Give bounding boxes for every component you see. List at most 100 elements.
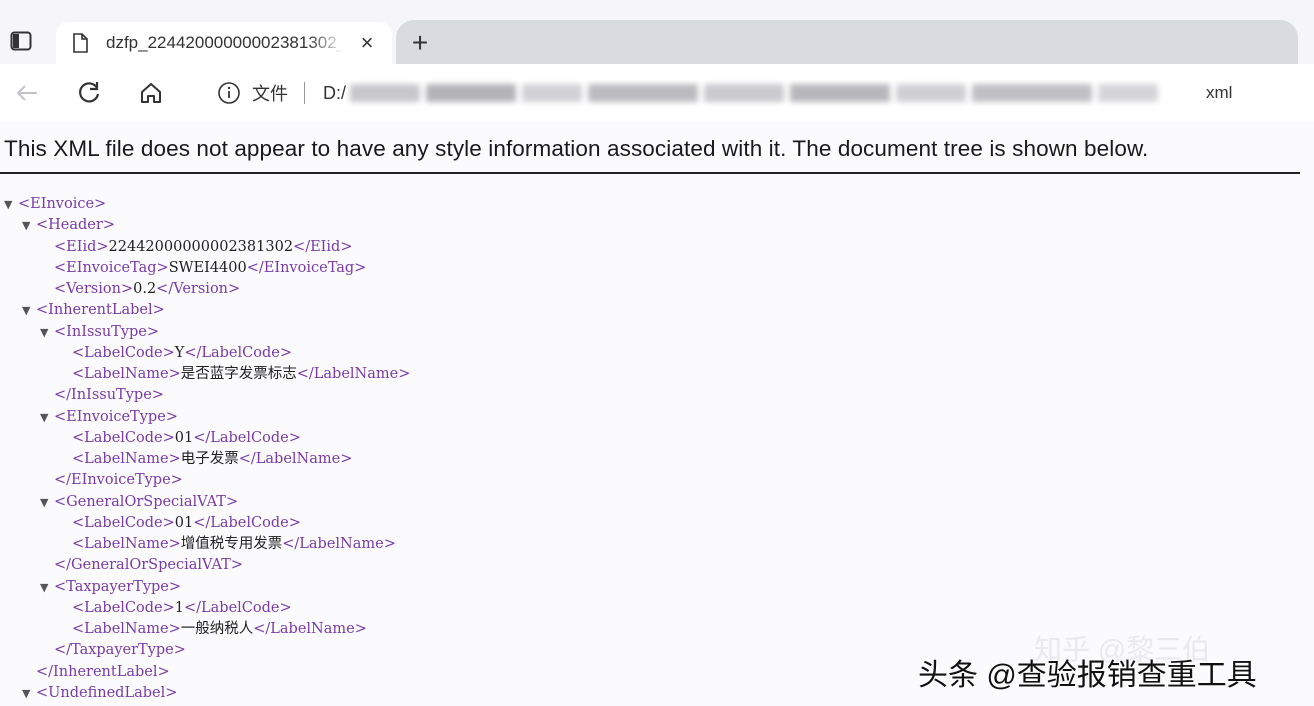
tab-strip: dzfp_22442000000002381302_2 × + <box>0 0 1314 64</box>
xml-value: 一般纳税人 <box>180 621 254 637</box>
xml-value: 1 <box>174 600 184 616</box>
reload-button[interactable] <box>72 76 106 110</box>
xml-line: </InherentLabel> <box>36 662 170 683</box>
xml-open-tag: <EInvoiceType> <box>54 409 178 425</box>
xml-line: </EInvoiceType> <box>54 470 183 491</box>
xml-open-tag: <LabelName> <box>72 366 181 382</box>
xml-line: <LabelCode>Y</LabelCode> <box>72 343 292 364</box>
notice-divider <box>0 172 1300 174</box>
xml-open-tag: <EIid> <box>54 239 109 255</box>
xml-line: <EIid>22442000000002381302</EIid> <box>54 237 352 258</box>
xml-line: </GeneralOrSpecialVAT> <box>54 555 243 576</box>
xml-open-tag: <LabelCode> <box>72 345 175 361</box>
xml-line: </TaxpayerType> <box>54 640 186 661</box>
new-tab-button[interactable]: + <box>404 28 436 60</box>
xml-value: 0.2 <box>133 281 157 297</box>
xml-close-tag: </LabelCode> <box>193 515 301 531</box>
watermark: 头条 @查验报销查重工具 <box>918 659 1257 692</box>
xml-style-notice: This XML file does not appear to have an… <box>4 136 1149 161</box>
xml-line: <EInvoice> <box>18 194 106 215</box>
tree-toggle[interactable]: ▼ <box>40 407 48 428</box>
xml-open-tag: <LabelName> <box>72 621 181 637</box>
back-icon <box>16 85 37 101</box>
address-bar[interactable]: 文件 D:/ xml <box>194 72 1290 114</box>
xml-open-tag: <InIssuType> <box>54 324 160 340</box>
address-separator <box>304 82 305 104</box>
home-icon <box>141 83 161 103</box>
xml-close-tag: </EIid> <box>293 239 353 255</box>
redacted-path <box>350 78 1190 108</box>
xml-line: <UndefinedLabel> <box>36 683 177 704</box>
xml-close-tag: </EInvoiceTag> <box>246 260 367 276</box>
xml-value: 01 <box>174 430 194 446</box>
path-prefix: D:/ <box>323 82 347 103</box>
path-extension: xml <box>1206 83 1233 102</box>
xml-line: <LabelCode>01</LabelCode> <box>72 513 301 534</box>
xml-open-tag: <EInvoiceTag> <box>54 260 169 276</box>
xml-open-tag: </TaxpayerType> <box>54 642 186 658</box>
xml-line: <InIssuType> <box>54 322 159 343</box>
tab-title: dzfp_22442000000002381302_2 <box>106 33 344 52</box>
reload-icon <box>79 82 100 103</box>
xml-line: <LabelName>电子发票</LabelName> <box>72 449 352 470</box>
tree-toggle[interactable]: ▼ <box>4 194 12 215</box>
browser-tab[interactable]: dzfp_22442000000002381302_2 × <box>56 22 392 64</box>
tab-close-button[interactable]: × <box>354 30 380 56</box>
tab-strip-background <box>396 20 1298 64</box>
xml-line: </InIssuType> <box>54 385 164 406</box>
xml-open-tag: </EInvoiceType> <box>54 472 183 488</box>
xml-line: <EInvoiceTag>SWEI4400</EInvoiceTag> <box>54 258 366 279</box>
xml-open-tag: <GeneralOrSpecialVAT> <box>54 494 239 510</box>
xml-close-tag: </LabelCode> <box>184 345 292 361</box>
xml-line: <LabelName>是否蓝字发票标志</LabelName> <box>72 364 410 385</box>
xml-line: <EInvoiceType> <box>54 407 178 428</box>
xml-value: 电子发票 <box>180 451 239 467</box>
xml-value: 是否蓝字发票标志 <box>180 366 297 382</box>
xml-value: SWEI4400 <box>168 260 247 276</box>
back-button[interactable] <box>10 76 44 110</box>
xml-line: <GeneralOrSpecialVAT> <box>54 492 238 513</box>
xml-value: 22442000000002381302 <box>108 239 294 255</box>
xml-line: <InherentLabel> <box>36 300 165 321</box>
xml-close-tag: </LabelName> <box>296 366 411 382</box>
tree-toggle[interactable]: ▼ <box>22 683 30 704</box>
tree-toggle[interactable]: ▼ <box>40 492 48 513</box>
xml-open-tag: <LabelName> <box>72 536 181 552</box>
xml-open-tag: </InIssuType> <box>54 387 164 403</box>
xml-open-tag: <LabelCode> <box>72 515 175 531</box>
xml-open-tag: <LabelCode> <box>72 430 175 446</box>
xml-open-tag: <Version> <box>54 281 134 297</box>
xml-value: Y <box>174 345 185 361</box>
xml-value: 增值税专用发票 <box>180 536 283 552</box>
xml-line: <LabelName>一般纳税人</LabelName> <box>72 619 367 640</box>
xml-open-tag: <EInvoice> <box>18 196 107 212</box>
xml-line: <LabelName>增值税专用发票</LabelName> <box>72 534 396 555</box>
xml-close-tag: </Version> <box>156 281 241 297</box>
xml-close-tag: </LabelName> <box>282 536 396 552</box>
xml-close-tag: </LabelCode> <box>193 430 301 446</box>
home-button[interactable] <box>134 76 168 110</box>
tree-toggle[interactable]: ▼ <box>40 577 48 598</box>
xml-open-tag: </GeneralOrSpecialVAT> <box>54 557 243 573</box>
info-icon[interactable] <box>216 80 242 106</box>
xml-close-tag: </LabelCode> <box>184 600 292 616</box>
xml-open-tag: <InherentLabel> <box>36 302 165 318</box>
xml-open-tag: <LabelName> <box>72 451 181 467</box>
xml-open-tag: <Header> <box>36 217 115 233</box>
xml-value: 01 <box>174 515 194 531</box>
xml-line: <Version>0.2</Version> <box>54 279 240 300</box>
xml-open-tag: </InherentLabel> <box>36 664 170 680</box>
xml-close-tag: </LabelName> <box>238 451 353 467</box>
xml-line: <LabelCode>1</LabelCode> <box>72 598 292 619</box>
tree-toggle[interactable]: ▼ <box>40 322 48 343</box>
xml-line: <TaxpayerType> <box>54 577 181 598</box>
xml-open-tag: <UndefinedLabel> <box>36 685 178 701</box>
tree-toggle[interactable]: ▼ <box>22 300 30 321</box>
xml-open-tag: <LabelCode> <box>72 600 175 616</box>
toolbar: 文件 D:/ xml <box>0 64 1314 122</box>
xml-open-tag: <TaxpayerType> <box>54 579 182 595</box>
window-icon[interactable] <box>10 30 32 52</box>
xml-line: <LabelCode>01</LabelCode> <box>72 428 301 449</box>
file-scheme-label: 文件 <box>252 84 288 104</box>
tree-toggle[interactable]: ▼ <box>22 215 30 236</box>
